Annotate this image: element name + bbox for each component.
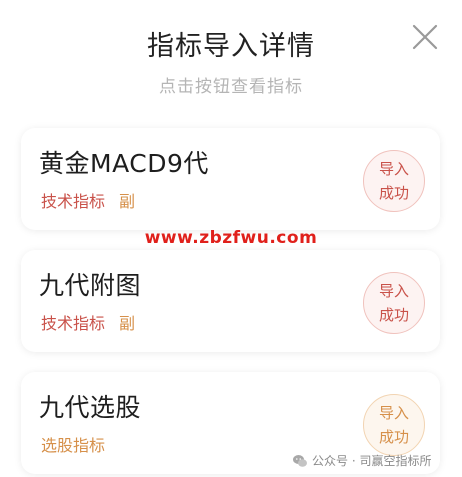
indicator-name: 九代选股 [39, 393, 142, 422]
wechat-icon [293, 454, 307, 467]
tag-sub: 副 [119, 192, 136, 211]
close-icon[interactable] [408, 20, 442, 54]
import-success-button[interactable]: 导入 成功 [363, 394, 425, 456]
indicator-tags: 选股指标 [41, 432, 105, 456]
indicator-card: 黄金MACD9代 技术指标 副 导入 成功 [21, 128, 440, 230]
indicator-tags: 技术指标 副 [41, 310, 135, 334]
dialog-title: 指标导入详情 [147, 31, 315, 62]
badge-line-2: 成功 [378, 428, 409, 446]
import-details-dialog: 指标导入详情 点击按钮查看指标 黄金MACD9代 技术指标 副 导入 成功 ww… [0, 0, 462, 477]
badge-line-1: 导入 [378, 160, 409, 178]
indicator-name: 黄金MACD9代 [39, 149, 209, 178]
indicator-name: 九代附图 [39, 271, 142, 300]
badge-line-1: 导入 [378, 282, 409, 300]
import-success-button[interactable]: 导入 成功 [363, 272, 425, 334]
tag-sub: 副 [119, 314, 136, 333]
dialog-subtitle: 点击按钮查看指标 [159, 77, 303, 97]
import-success-button[interactable]: 导入 成功 [363, 150, 425, 212]
watermark-text: www.zbzfwu.com [144, 228, 318, 248]
wechat-footer: 公众号 · 司赢空指标所 [292, 452, 431, 469]
tag-technical: 技术指标 [41, 314, 106, 333]
tag-stock-selection: 选股指标 [41, 436, 106, 455]
badge-line-1: 导入 [378, 404, 409, 422]
tag-technical: 技术指标 [41, 192, 106, 211]
footer-text: 公众号 · 司赢空指标所 [312, 454, 432, 468]
badge-line-2: 成功 [378, 184, 409, 202]
indicator-card: 九代附图 技术指标 副 导入 成功 [21, 250, 440, 352]
indicator-tags: 技术指标 副 [41, 188, 135, 212]
badge-line-2: 成功 [378, 306, 409, 324]
